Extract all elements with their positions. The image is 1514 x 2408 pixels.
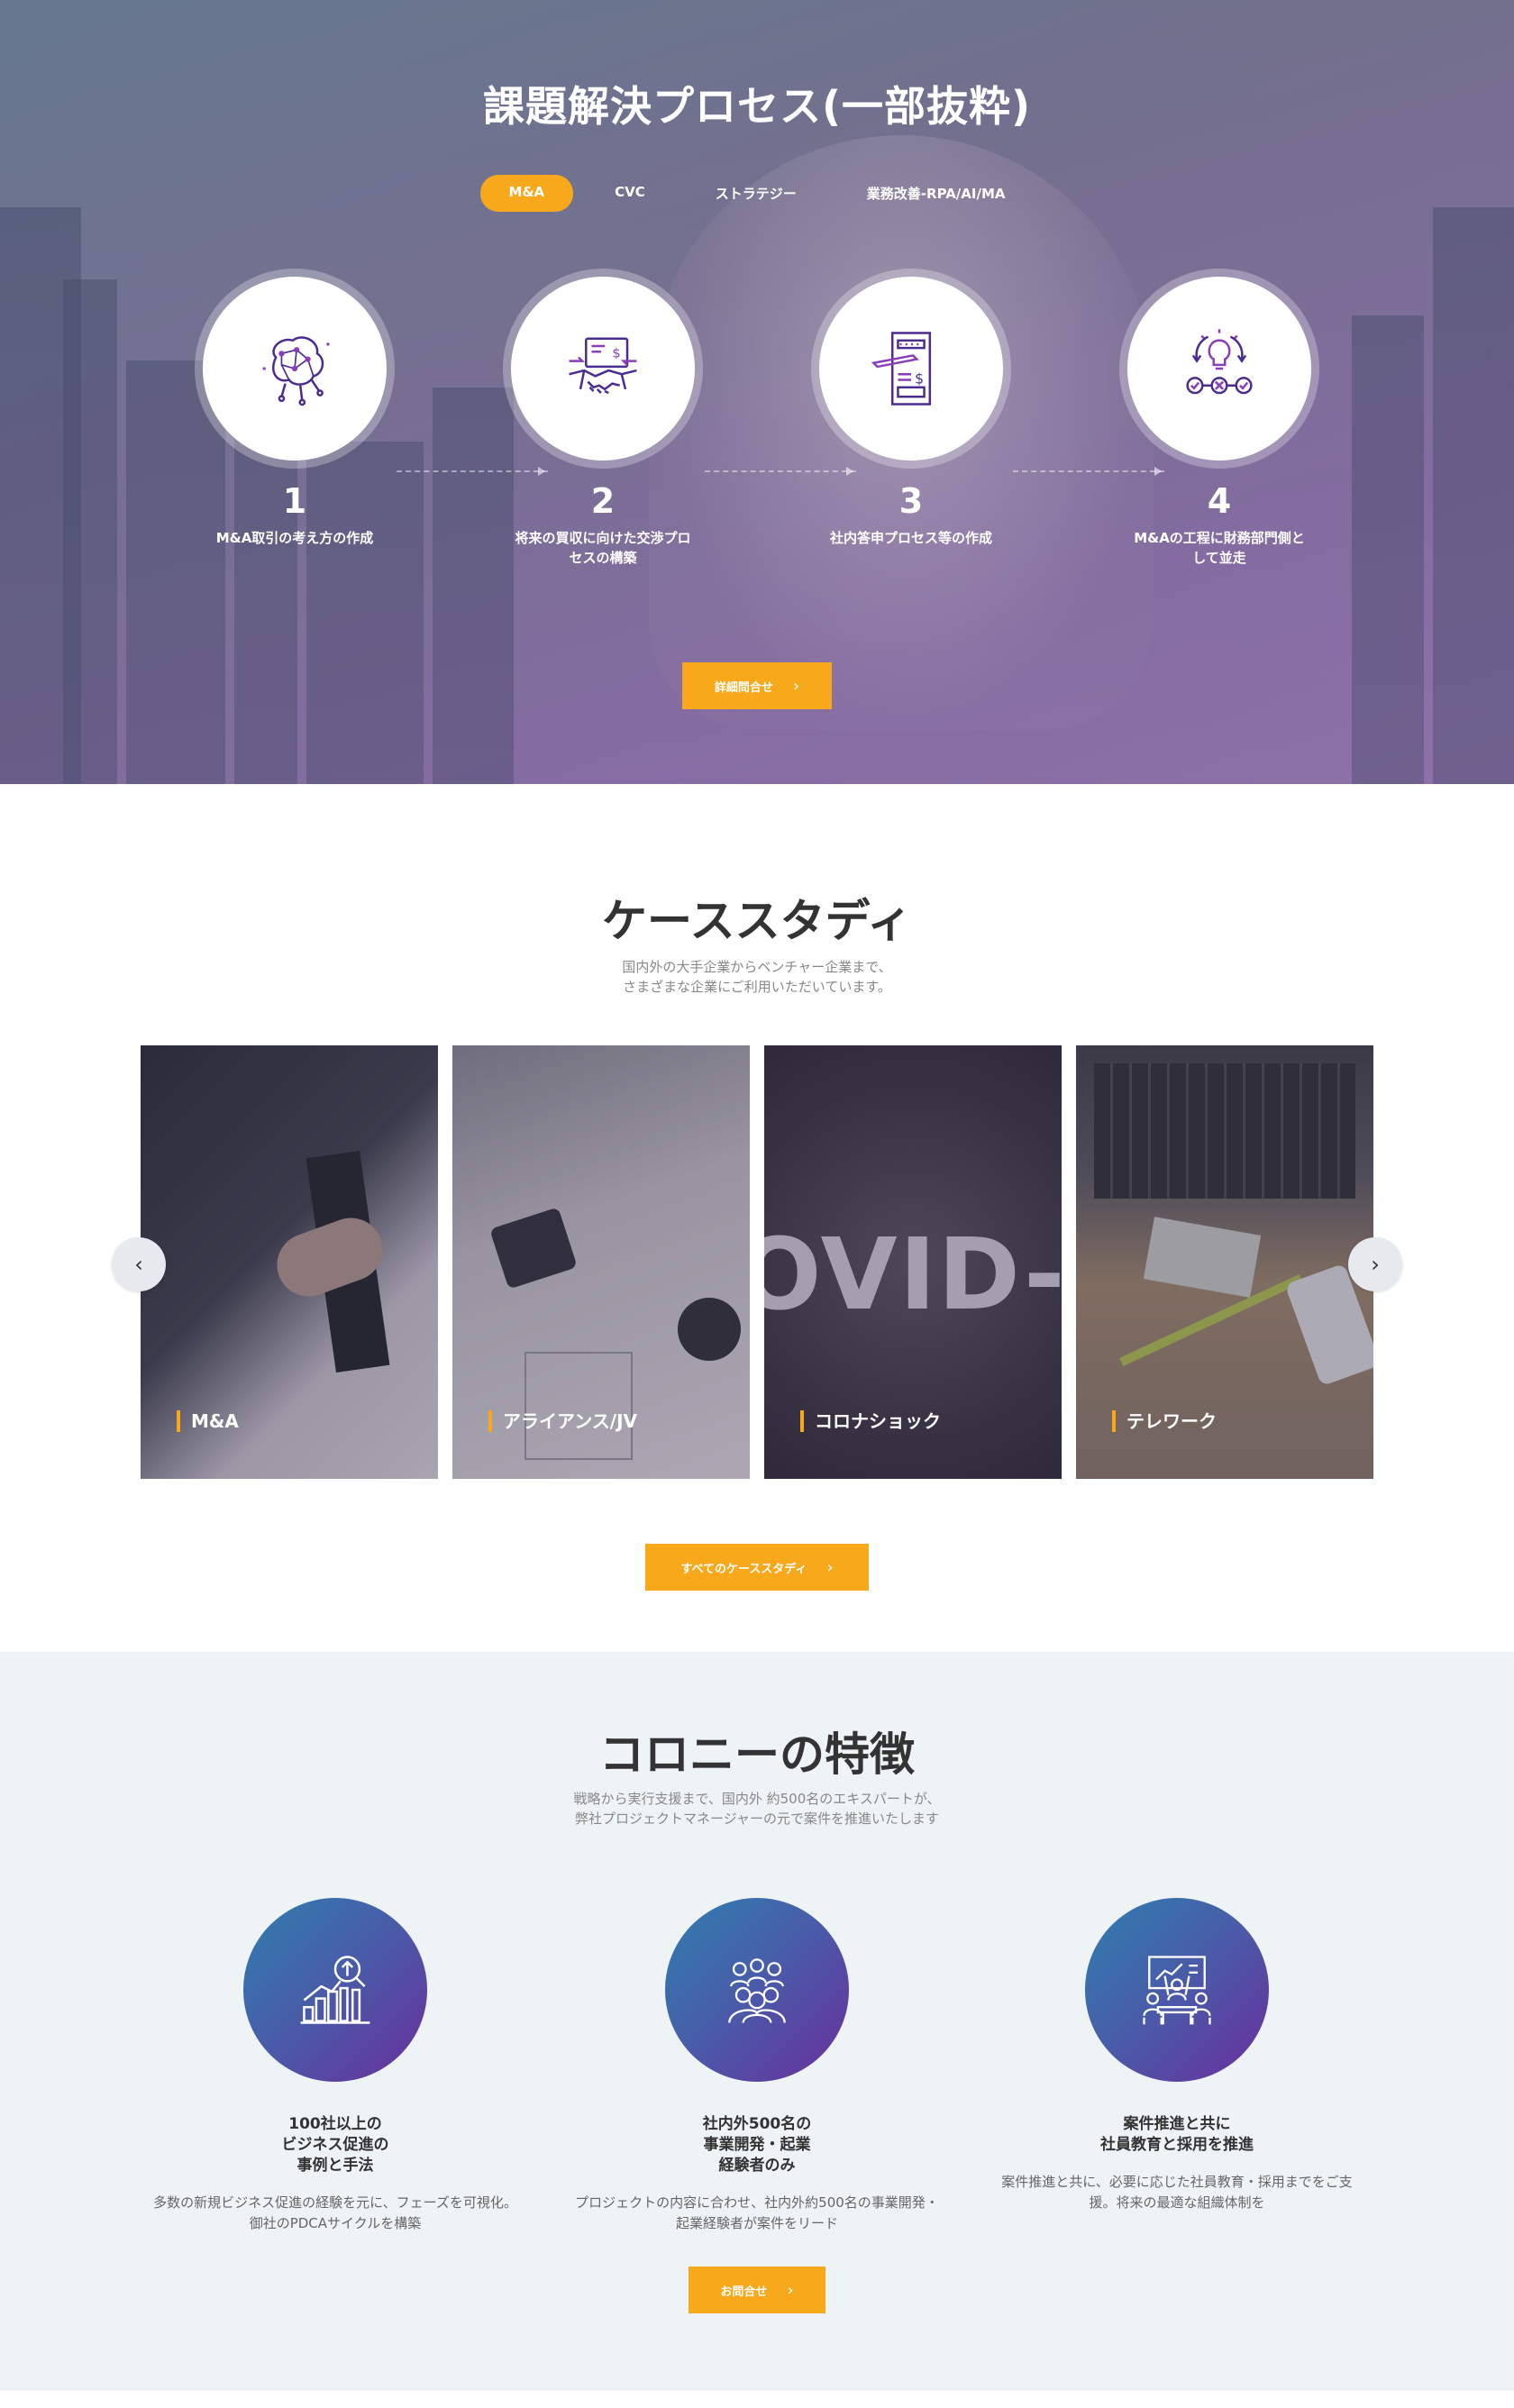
feature-description-line: 御社のPDCAサイクルを構築 [249, 2215, 422, 2231]
feature-description-line: 多数の新規ビジネス促進の経験を元に、フェーズを可視化。 [153, 2194, 517, 2211]
inquiry-button-label: 詳細問合せ [714, 680, 773, 695]
carousel-prev-button[interactable]: ‹ [112, 1237, 166, 1291]
features-subtitle-line1: 戦略から実行支援まで、国内外 約500名のエキスパートが、 [573, 1791, 941, 1807]
features-section: コロニーの特徴 戦略から実行支援まで、国内外 約500名のエキスパートが、 弊社… [0, 1652, 1514, 2391]
feature-description-line: 起業経験者が案件をリード [675, 2215, 838, 2231]
feature-description-line: プロジェクトの内容に合わせ、社内外約500名の事業開発・ [575, 2194, 939, 2211]
carousel-next-button[interactable]: › [1348, 1237, 1402, 1291]
feature-title-line: 社員教育と採用を推進 [1100, 2136, 1254, 2154]
step-label: M&A取引の考え方の作成 [215, 530, 374, 546]
case-card-ma[interactable]: M&A [141, 1045, 438, 1479]
chevron-right-icon: › [787, 2280, 794, 2300]
tab-cvc[interactable]: CVC [586, 175, 674, 212]
tab-strategy[interactable]: ストラテジー [687, 175, 825, 212]
step-number: 2 [590, 481, 616, 521]
case-study-subtitle-line1: 国内外の大手企業からベンチャー企業まで、 [622, 959, 892, 975]
handshake-contract-icon: $ [569, 337, 637, 395]
case-card-label: コロナショック [800, 1410, 941, 1432]
tab-ma[interactable]: M&A [479, 175, 574, 212]
feature-title-line: 社内外500名の [702, 2115, 812, 2133]
case-card-label: テレワーク [1112, 1410, 1217, 1432]
feature-description-line: 案件推進と共に、必要に応じた社員教育・採用までをご支 [1001, 2174, 1353, 2190]
case-study-subtitle-line2: さまざまな企業にご利用いただいています。 [623, 979, 891, 995]
process-step-1: 1 M&A取引の考え方の作成 [160, 269, 430, 548]
step-label: 社内答申プロセス等の作成 [829, 530, 992, 546]
case-card-label: アライアンス/JV [488, 1410, 637, 1432]
chevron-right-icon: › [826, 1557, 834, 1577]
feature-title-line: 100社以上の [288, 2115, 382, 2133]
idea-cycle-icon [1186, 329, 1253, 395]
case-card-label: M&A [177, 1410, 239, 1432]
case-study-carousel: M&A アライアンス/JV OVID- コロナショック テレワーク [141, 1045, 1373, 1479]
contact-button[interactable]: お問合せ › [689, 2267, 825, 2313]
process-tabs: M&A CVC ストラテジー 業務改善-RPA/AI/MA [0, 175, 1514, 212]
case-card-alliance[interactable]: アライアンス/JV [452, 1045, 750, 1479]
step-number: 3 [898, 481, 924, 521]
step-label: M&Aの工程に財務部門側として並走 [1134, 530, 1305, 566]
hero-section: 課題解決プロセス(一部抜粋) M&A CVC ストラテジー 業務改善-RPA/A… [0, 0, 1514, 784]
contact-button-label: お問合せ [720, 2285, 768, 2299]
feature-title-line: 案件推進と共に [1123, 2115, 1231, 2133]
feature-title-line: 経験者のみ [718, 2157, 796, 2175]
feature-description-line: 援。将来の最適な組織体制を [1089, 2194, 1265, 2211]
chevron-right-icon: › [792, 676, 800, 696]
feature-item-2: 社内外500名の 事業開発・起業 経験者のみ プロジェクトの内容に合わせ、社内外… [559, 1898, 955, 2234]
case-card-corona[interactable]: OVID- コロナショック [764, 1045, 1062, 1479]
process-step-3: $ 3 社内答申プロセス等の作成 [776, 269, 1046, 548]
features-subtitle-line2: 弊社プロジェクトマネージャーの元で案件を推進いたします [575, 1811, 939, 1827]
feature-item-3: 案件推進と共に 社員教育と採用を推進 案件推進と共に、必要に応じた社員教育・採用… [979, 1898, 1375, 2213]
step-number: 4 [1207, 481, 1232, 521]
meeting-board-icon [1143, 1956, 1211, 2025]
inquiry-button[interactable]: 詳細問合せ › [682, 662, 832, 709]
features-title: コロニーの特徴 [599, 1728, 915, 1781]
hero-title: 課題解決プロセス(一部抜粋) [482, 82, 1032, 131]
team-group-icon [728, 1958, 786, 2023]
chevron-left-icon: ‹ [134, 1252, 143, 1277]
tab-improvement[interactable]: 業務改善-RPA/AI/MA [838, 175, 1035, 212]
feature-title-line: 事業開発・起業 [703, 2136, 811, 2154]
case-study-title: ケーススタディ [602, 895, 912, 947]
brain-network-icon [262, 336, 330, 406]
feature-title-line: ビジネス促進の [281, 2136, 389, 2154]
all-case-studies-button-label: すべてのケーススタディ [680, 1562, 807, 1576]
document-pen-icon: $ [871, 332, 932, 406]
process-step-2: $ 2 将来の買収に向けた交渉プロセスの構築 [468, 269, 738, 568]
svg-text:$: $ [612, 346, 620, 361]
feature-title-line: 事例と手法 [296, 2157, 374, 2175]
step-number: 1 [282, 481, 307, 521]
growth-chart-icon [300, 1956, 370, 2024]
step-label: 将来の買収に向けた交渉プロセスの構築 [515, 530, 691, 566]
all-case-studies-button[interactable]: すべてのケーススタディ › [645, 1544, 869, 1591]
feature-item-1: 100社以上の ビジネス促進の 事例と手法 多数の新規ビジネス促進の経験を元に、… [137, 1898, 534, 2234]
process-step-4: 4 M&Aの工程に財務部門側として並走 [1084, 269, 1354, 568]
svg-text:$: $ [915, 371, 924, 388]
chevron-right-icon: › [1371, 1252, 1380, 1277]
case-card-telework[interactable]: テレワーク [1076, 1045, 1373, 1479]
page-bottom-strip [0, 2391, 1514, 2408]
